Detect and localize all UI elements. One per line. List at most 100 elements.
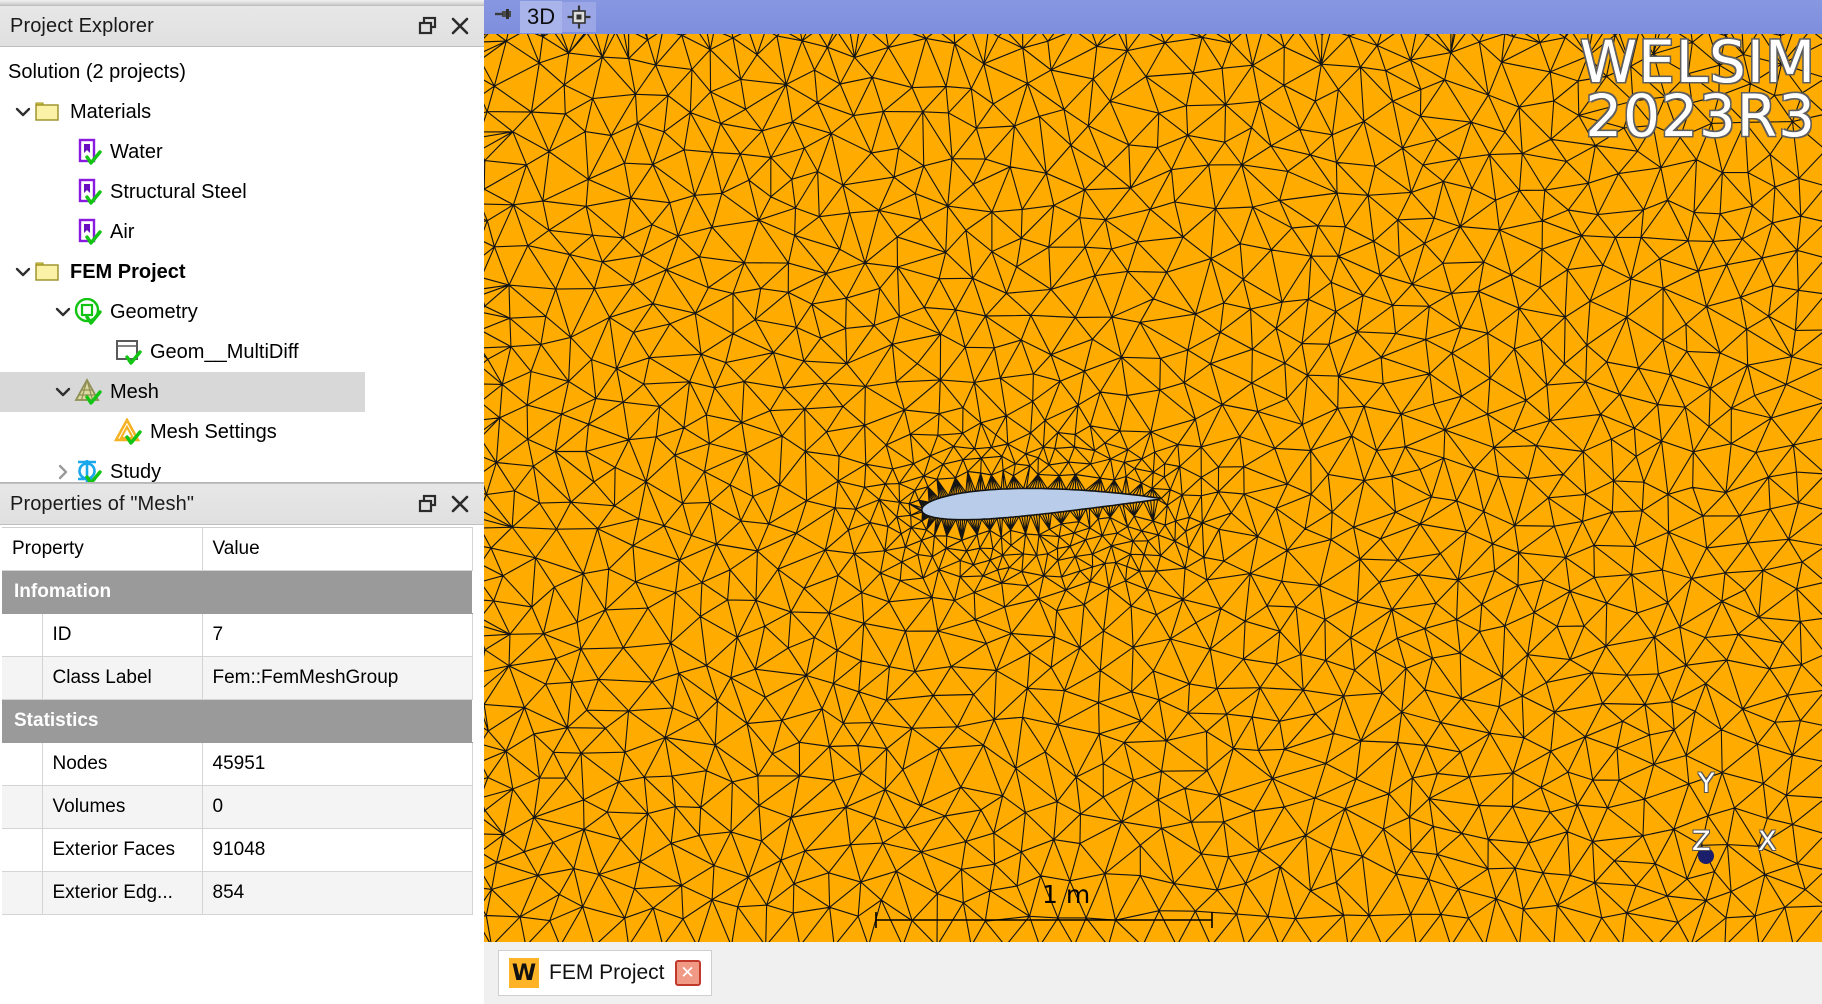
tree-item-label: Mesh Settings — [150, 420, 277, 443]
tree-item-label: Geometry — [110, 300, 198, 323]
welsim-logo-icon: W — [509, 958, 539, 988]
properties-row[interactable]: ID 7 — [2, 613, 473, 657]
properties-group-row: Statistics — [2, 699, 472, 743]
target-button[interactable] — [562, 2, 597, 32]
tree-item-air[interactable]: Air — [0, 212, 484, 252]
project-tab-label: FEM Project — [549, 961, 665, 984]
project-explorer-titlebar: Project Explorer — [0, 5, 484, 47]
properties-row-indent — [2, 742, 43, 786]
properties-row-name: Exterior Faces — [42, 828, 203, 872]
column-header-property[interactable]: Property — [2, 527, 203, 571]
chevron-down-icon[interactable] — [12, 261, 34, 283]
tree-item-label: Study — [110, 460, 162, 483]
project-tab-bar: W FEM Project ✕ — [484, 942, 1822, 1004]
twisty-placeholder — [52, 181, 74, 203]
chevron-down-icon[interactable] — [12, 101, 34, 123]
properties-row-value[interactable]: 7 — [202, 613, 473, 657]
properties-row[interactable]: Exterior Faces 91048 — [2, 828, 473, 872]
float-icon — [418, 494, 437, 513]
application-window: Project Explorer Solution (2 projects) M… — [0, 0, 1822, 1004]
float-icon — [418, 16, 437, 35]
tree-root-solution[interactable]: Solution (2 projects) — [0, 52, 484, 92]
mesh-settings-icon — [114, 418, 142, 446]
material-icon — [74, 218, 102, 246]
folder-icon — [34, 258, 62, 286]
properties-row-value[interactable]: 854 — [202, 871, 473, 915]
properties-group-label: Infomation — [2, 570, 472, 614]
tree-item-label: FEM Project — [70, 260, 186, 283]
close-icon — [451, 495, 469, 513]
3d-viewport-canvas[interactable]: WELSIM 2023R3 1 m Y Z X — [484, 34, 1822, 942]
column-header-value[interactable]: Value — [202, 527, 473, 571]
chevron-down-icon[interactable] — [52, 301, 74, 323]
tree-item-mesh[interactable]: Mesh — [0, 372, 365, 412]
project-explorer-tree[interactable]: Solution (2 projects) Materials Water Stru… — [0, 47, 484, 482]
chevron-right-icon[interactable] — [52, 461, 74, 482]
tree-item-label: Geom__MultiDiff — [150, 340, 299, 363]
twisty-placeholder — [92, 341, 114, 363]
pin-button[interactable] — [488, 2, 520, 32]
project-tab-close-icon[interactable]: ✕ — [674, 960, 701, 986]
properties-row[interactable]: Volumes 0 — [2, 785, 473, 829]
properties-row-indent — [2, 656, 43, 700]
properties-row-indent — [2, 785, 43, 829]
project-tab-fem-project[interactable]: W FEM Project ✕ — [498, 950, 712, 996]
tab-3d[interactable]: 3D — [520, 1, 563, 33]
pin-icon — [495, 9, 511, 19]
mesh-rendering — [484, 34, 1822, 942]
explorer-close-button[interactable] — [444, 11, 476, 41]
properties-row-name: ID — [42, 613, 203, 657]
left-dock-column: Project Explorer Solution (2 projects) M… — [0, 0, 484, 1004]
tree-item-mesh-settings[interactable]: Mesh Settings — [0, 412, 484, 452]
explorer-float-button[interactable] — [412, 11, 444, 41]
properties-row-name: Volumes — [42, 785, 203, 829]
tree-item-materials[interactable]: Materials — [0, 92, 484, 132]
close-icon — [451, 17, 469, 35]
material-icon — [74, 138, 102, 166]
tree-item-water[interactable]: Water — [0, 132, 484, 172]
tree-item-geometry[interactable]: Geometry — [0, 292, 484, 332]
properties-header-row: Property Value — [2, 527, 473, 571]
properties-row-indent — [2, 613, 43, 657]
properties-row[interactable]: Class Label Fem::FemMeshGroup — [2, 656, 473, 700]
chevron-down-icon[interactable] — [52, 381, 74, 403]
tree-item-label: Water — [110, 140, 163, 163]
tree-root-label: Solution (2 projects) — [8, 60, 186, 83]
properties-table: Property Value Infomation ID 7 Class Label F… — [2, 527, 473, 915]
viewport-tabstrip: 3D — [484, 0, 1822, 34]
properties-row-name: Exterior Edg... — [42, 871, 203, 915]
properties-row-value[interactable]: 45951 — [202, 742, 473, 786]
properties-row-value[interactable]: 0 — [202, 785, 473, 829]
properties-row-indent — [2, 871, 43, 915]
properties-panel: Properties of "Mesh" Property Value Info… — [0, 482, 484, 1004]
tree-item-label: Mesh — [110, 380, 159, 403]
tree-item-label: Air — [110, 220, 135, 243]
viewport-column: 3D WELSIM 2023R3 1 m Y Z X W FEM Project… — [484, 0, 1822, 1004]
crosshair-target-icon — [567, 5, 591, 29]
tree-item-label: Structural Steel — [110, 180, 247, 203]
twisty-placeholder — [52, 141, 74, 163]
properties-row-value[interactable]: Fem::FemMeshGroup — [202, 656, 473, 700]
properties-row[interactable]: Exterior Edg... 854 — [2, 871, 473, 915]
properties-close-button[interactable] — [444, 489, 476, 519]
properties-table-container[interactable]: Property Value Infomation ID 7 Class Label F… — [0, 525, 484, 1004]
tree-item-label: Materials — [70, 100, 152, 123]
properties-row-name: Nodes — [42, 742, 203, 786]
properties-row-name: Class Label — [42, 656, 203, 700]
twisty-placeholder — [92, 421, 114, 443]
tree-item-geom-multidiff[interactable]: Geom__MultiDiff — [0, 332, 484, 372]
properties-title: Properties of "Mesh" — [10, 492, 195, 515]
properties-titlebar: Properties of "Mesh" — [0, 483, 484, 525]
material-icon — [74, 178, 102, 206]
properties-row[interactable]: Nodes 45951 — [2, 742, 473, 786]
properties-float-button[interactable] — [412, 489, 444, 519]
twisty-placeholder — [52, 221, 74, 243]
tree-item-structural-steel[interactable]: Structural Steel — [0, 172, 484, 212]
mesh-icon — [74, 378, 102, 406]
properties-row-value[interactable]: 91048 — [202, 828, 473, 872]
tree-item-study[interactable]: Study — [0, 452, 484, 482]
folder-icon — [34, 98, 62, 126]
tree-item-fem-project[interactable]: FEM Project — [0, 252, 484, 292]
properties-row-indent — [2, 828, 43, 872]
geometry-icon — [74, 298, 102, 326]
